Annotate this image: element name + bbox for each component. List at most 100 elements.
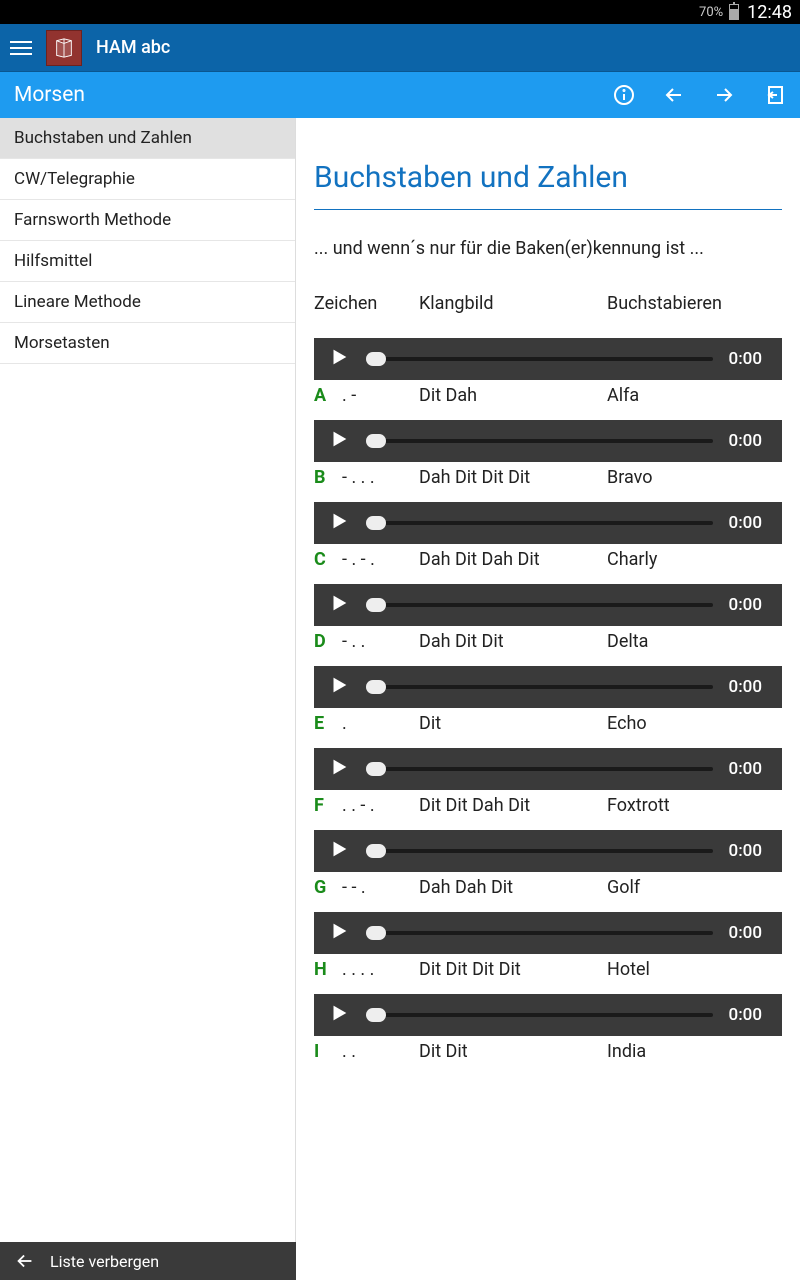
info-icon[interactable] — [612, 83, 636, 107]
app-bar: HAM abc — [0, 24, 800, 72]
entry-klangbild: Dah Dit Dit Dit — [419, 467, 607, 488]
back-arrow-icon[interactable] — [662, 83, 686, 107]
seek-thumb[interactable] — [366, 762, 386, 776]
sidebar-item[interactable]: Lineare Methode — [0, 282, 295, 323]
entry-morse: - - . — [342, 877, 419, 898]
sidebar: Buchstaben und ZahlenCW/TelegraphieFarns… — [0, 118, 296, 1280]
play-icon[interactable] — [328, 1002, 350, 1028]
seek-thumb[interactable] — [366, 844, 386, 858]
play-icon[interactable] — [328, 920, 350, 946]
col-header-klangbild: Klangbild — [419, 293, 607, 314]
menu-icon[interactable] — [10, 37, 32, 59]
entry-letter: C — [314, 549, 342, 570]
seek-thumb[interactable] — [366, 434, 386, 448]
play-icon[interactable] — [328, 756, 350, 782]
section-title: Morsen — [14, 83, 85, 107]
morse-entry: 0:00F. . - .Dit Dit Dah DitFoxtrott — [314, 748, 782, 816]
entry-spell: Echo — [607, 713, 782, 734]
sidebar-item[interactable]: Buchstaben und Zahlen — [0, 118, 295, 159]
player-time: 0:00 — [729, 759, 768, 779]
audio-player[interactable]: 0:00 — [314, 830, 782, 872]
seek-track[interactable] — [366, 521, 713, 525]
audio-player[interactable]: 0:00 — [314, 584, 782, 626]
audio-player[interactable]: 0:00 — [314, 666, 782, 708]
entry-morse: . . - . — [342, 795, 419, 816]
audio-player[interactable]: 0:00 — [314, 502, 782, 544]
back-arrow-icon — [14, 1250, 36, 1272]
seek-thumb[interactable] — [366, 598, 386, 612]
seek-track[interactable] — [366, 685, 713, 689]
section-bar: Morsen — [0, 72, 800, 118]
intro-text: ... und wenn´s nur für die Baken(er)kenn… — [314, 238, 782, 259]
entry-morse: . . — [342, 1041, 419, 1062]
entry-spell: Foxtrott — [607, 795, 782, 816]
entry-letter: D — [314, 631, 342, 652]
battery-icon — [729, 4, 739, 20]
morse-entry: 0:00 H. . . .Dit Dit Dit DitHotel — [314, 912, 782, 980]
entry-letter: E — [314, 713, 342, 734]
seek-track[interactable] — [366, 931, 713, 935]
entry-klangbild: Dah Dit Dit — [419, 631, 607, 652]
morse-entry: 0:00B- . . .Dah Dit Dit DitBravo — [314, 420, 782, 488]
entry-klangbild: Dit Dah — [419, 385, 607, 406]
forward-arrow-icon[interactable] — [712, 83, 736, 107]
entry-spell: Hotel — [607, 959, 782, 980]
morse-entry: 0:00A. -Dit DahAlfa — [314, 338, 782, 406]
seek-track[interactable] — [366, 357, 713, 361]
morse-entry: 0:00I. .Dit DitIndia — [314, 994, 782, 1062]
entry-spell: Alfa — [607, 385, 782, 406]
play-icon[interactable] — [328, 428, 350, 454]
column-headers: Zeichen Klangbild Buchstabieren — [314, 293, 782, 314]
play-icon[interactable] — [328, 674, 350, 700]
seek-track[interactable] — [366, 603, 713, 607]
entry-morse: - . . — [342, 631, 419, 652]
audio-player[interactable]: 0:00 — [314, 420, 782, 462]
seek-thumb[interactable] — [366, 926, 386, 940]
hide-list-button[interactable]: Liste verbergen — [0, 1242, 296, 1280]
seek-thumb[interactable] — [366, 352, 386, 366]
entry-morse: - . - . — [342, 549, 419, 570]
audio-player[interactable]: 0:00 — [314, 338, 782, 380]
content-area: Buchstaben und Zahlen ... und wenn´s nur… — [296, 118, 800, 1280]
entry-morse: . - — [342, 385, 419, 406]
entry-letter: F — [314, 795, 342, 816]
player-time: 0:00 — [729, 841, 768, 861]
app-logo-icon — [46, 30, 82, 66]
entry-klangbild: Dah Dit Dah Dit — [419, 549, 607, 570]
entry-spell: India — [607, 1041, 782, 1062]
col-header-buchstabieren: Buchstabieren — [607, 293, 782, 314]
sidebar-item[interactable]: CW/Telegraphie — [0, 159, 295, 200]
audio-player[interactable]: 0:00 — [314, 748, 782, 790]
play-icon[interactable] — [328, 346, 350, 372]
seek-track[interactable] — [366, 1013, 713, 1017]
seek-thumb[interactable] — [366, 516, 386, 530]
player-time: 0:00 — [729, 349, 768, 369]
entry-klangbild: Dit Dit Dit Dit — [419, 959, 607, 980]
sidebar-item[interactable]: Morsetasten — [0, 323, 295, 364]
seek-track[interactable] — [366, 439, 713, 443]
seek-thumb[interactable] — [366, 680, 386, 694]
entry-klangbild: Dit Dit — [419, 1041, 607, 1062]
entry-klangbild: Dah Dah Dit — [419, 877, 607, 898]
seek-thumb[interactable] — [366, 1008, 386, 1022]
play-icon[interactable] — [328, 838, 350, 864]
seek-track[interactable] — [366, 767, 713, 771]
battery-percent: 70% — [699, 5, 723, 20]
sidebar-item[interactable]: Farnsworth Methode — [0, 200, 295, 241]
entry-spell: Golf — [607, 877, 782, 898]
entry-spell: Charly — [607, 549, 782, 570]
exit-icon[interactable] — [762, 83, 786, 107]
audio-player[interactable]: 0:00 — [314, 912, 782, 954]
sidebar-item[interactable]: Hilfsmittel — [0, 241, 295, 282]
entry-letter: H — [314, 959, 342, 980]
morse-entry: 0:00E.DitEcho — [314, 666, 782, 734]
entry-morse: . . . . — [342, 959, 419, 980]
col-header-zeichen: Zeichen — [314, 293, 419, 314]
play-icon[interactable] — [328, 592, 350, 618]
seek-track[interactable] — [366, 849, 713, 853]
morse-entry: 0:00G- - .Dah Dah DitGolf — [314, 830, 782, 898]
player-time: 0:00 — [729, 431, 768, 451]
player-time: 0:00 — [729, 1005, 768, 1025]
play-icon[interactable] — [328, 510, 350, 536]
audio-player[interactable]: 0:00 — [314, 994, 782, 1036]
